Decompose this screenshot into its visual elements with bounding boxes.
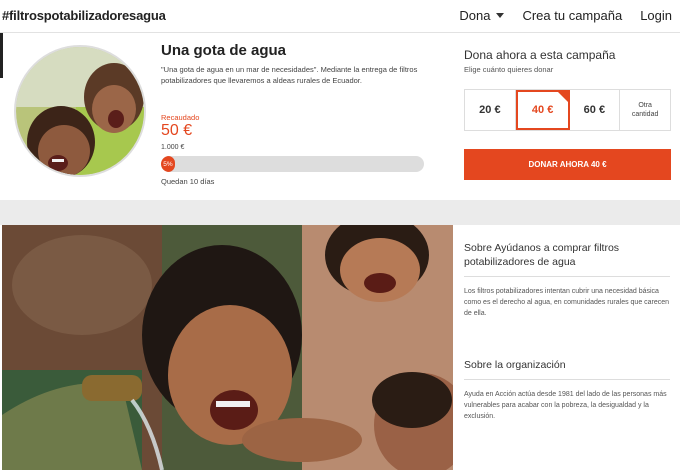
campaign-title: Una gota de agua <box>161 42 287 59</box>
nav-create-campaign[interactable]: Crea tu campaña <box>522 8 622 23</box>
amount-option-20[interactable]: 20 € <box>465 90 516 130</box>
about-org-heading: Sobre la organización <box>464 359 566 371</box>
progress-bar: 5% <box>161 156 424 172</box>
hero-children-photo <box>2 225 453 470</box>
campaign-details: Sobre Ayúdanos a comprar filtros potabil… <box>0 225 680 470</box>
about-campaign-section: Sobre Ayúdanos a comprar filtros potabil… <box>464 241 670 319</box>
about-org-section: Sobre la organización Ayuda en Acción ac… <box>464 358 670 422</box>
about-campaign-text: Los filtros potabilizadores intentan cub… <box>464 288 670 317</box>
raised-label: Recaudado <box>161 113 200 122</box>
days-left: Quedan 10 días <box>161 177 215 186</box>
divider <box>464 379 670 380</box>
nav-donate-label: Dona <box>459 8 491 23</box>
avatar-children-photo <box>16 47 144 175</box>
amount-option-60[interactable]: 60 € <box>570 90 621 130</box>
campaign-goal: 1.000 € <box>161 144 185 151</box>
donate-subtitle: Elige cuánto quieres donar <box>464 65 554 74</box>
chevron-down-icon <box>496 13 505 18</box>
top-navbar: #filtrospotabilizadoresagua Dona Crea tu… <box>0 0 680 33</box>
campaign-card: Una gota de agua "Una gota de agua en un… <box>0 33 680 200</box>
nav-login[interactable]: Login <box>640 8 672 23</box>
amount-selector: 20 € 40 € 60 € Otra cantidad <box>464 89 671 131</box>
about-campaign-heading: Sobre Ayúdanos a comprar filtros potabil… <box>464 242 620 268</box>
progress-percent: 5% <box>163 160 173 168</box>
accent-bar <box>0 33 3 78</box>
divider <box>464 276 670 277</box>
donate-now-button[interactable]: DONAR AHORA 40 € <box>464 149 671 180</box>
other-label-line2: cantidad <box>631 111 659 118</box>
other-label-line1: Otra <box>638 102 652 109</box>
amount-option-40[interactable]: 40 € <box>515 90 570 130</box>
progress-fill: 5% <box>161 156 175 172</box>
amount-option-other[interactable]: Otra cantidad <box>620 90 670 130</box>
site-brand[interactable]: #filtrospotabilizadoresagua <box>2 8 166 23</box>
nav-donate[interactable]: Dona <box>459 8 505 23</box>
raised-amount: 50 € <box>161 122 193 139</box>
campaign-description: "Una gota de agua en un mar de necesidad… <box>161 65 418 85</box>
about-org-text: Ayuda en Acción actúa desde 1981 del lad… <box>464 391 667 420</box>
campaign-avatar <box>14 45 146 177</box>
donate-title: Dona ahora a esta campaña <box>464 48 616 62</box>
main-nav: Dona Crea tu campaña Login <box>441 8 672 23</box>
hero-image <box>2 225 453 470</box>
